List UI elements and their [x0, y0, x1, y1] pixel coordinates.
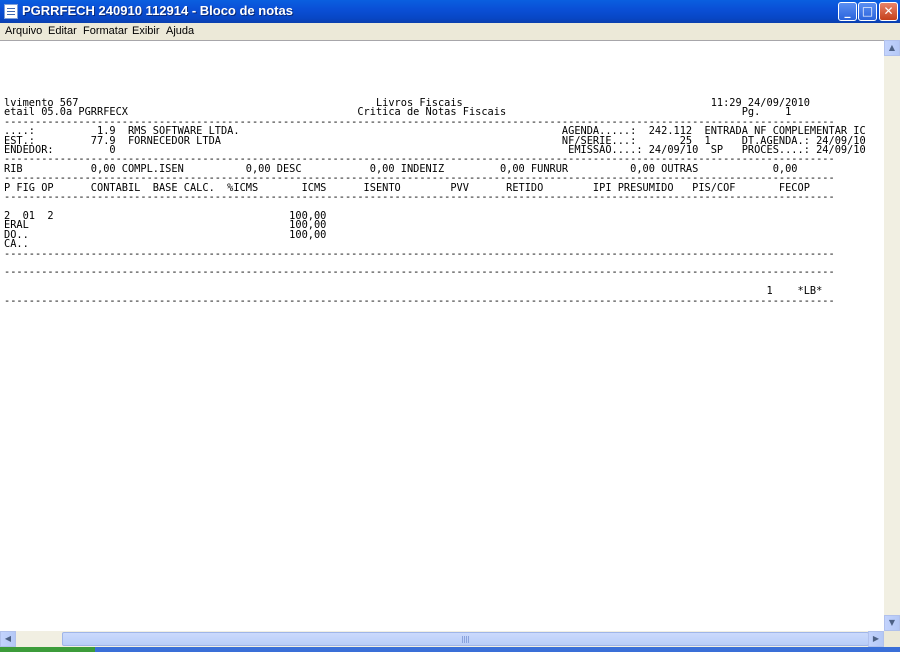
close-button[interactable]: ✕ — [879, 2, 898, 21]
scroll-right-button[interactable]: ▶ — [868, 631, 884, 647]
start-button[interactable] — [0, 647, 95, 652]
horizontal-scroll-thumb[interactable] — [62, 632, 869, 646]
grip-icon — [461, 636, 470, 643]
menu-exibir[interactable]: Exibir — [132, 25, 160, 37]
size-grip — [884, 631, 900, 647]
horizontal-scrollbar[interactable]: ◀ ▶ — [0, 631, 884, 647]
title-bar[interactable]: PGRRFECH 240910 112914 - Bloco de notas … — [0, 0, 900, 23]
window-title: PGRRFECH 240910 112914 - Bloco de notas — [22, 3, 293, 18]
menu-arquivo[interactable]: Arquivo — [5, 25, 42, 37]
scroll-down-button[interactable]: ▼ — [884, 615, 900, 631]
menu-editar[interactable]: Editar — [48, 25, 77, 37]
vertical-scrollbar[interactable]: ▲ ▼ — [884, 40, 900, 631]
scroll-left-button[interactable]: ◀ — [0, 631, 16, 647]
menu-formatar[interactable]: Formatar — [83, 25, 128, 37]
scroll-up-button[interactable]: ▲ — [884, 40, 900, 56]
notepad-icon — [4, 4, 18, 19]
menu-ajuda[interactable]: Ajuda — [166, 25, 194, 37]
document-text[interactable]: lvimento 567 Livros Fiscais 11:29 24/09/… — [4, 98, 866, 306]
text-editor[interactable]: lvimento 567 Livros Fiscais 11:29 24/09/… — [0, 40, 884, 632]
menu-bar: Arquivo Editar Formatar Exibir Ajuda — [0, 23, 900, 40]
maximize-button[interactable]: □ — [858, 2, 877, 21]
minimize-button[interactable]: _ — [838, 2, 857, 21]
taskbar — [0, 647, 900, 652]
